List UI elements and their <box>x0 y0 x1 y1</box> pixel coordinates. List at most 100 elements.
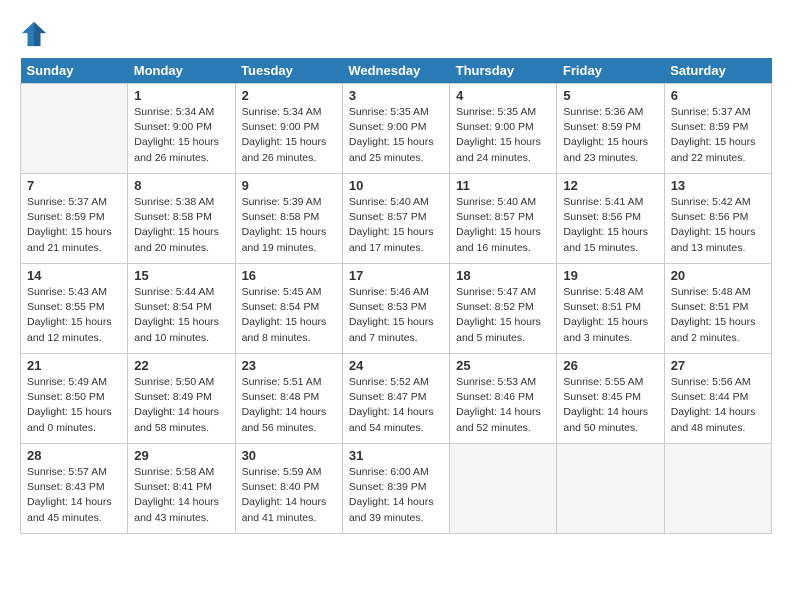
daylight: Daylight: 15 hours and 22 minutes. <box>671 136 756 163</box>
sunset: Sunset: 8:53 PM <box>349 301 427 313</box>
calendar-cell: 12 Sunrise: 5:41 AM Sunset: 8:56 PM Dayli… <box>557 174 664 264</box>
daylight: Daylight: 15 hours and 12 minutes. <box>27 316 112 343</box>
sunrise: Sunrise: 5:50 AM <box>134 376 214 388</box>
day-info: Sunrise: 5:59 AM Sunset: 8:40 PM Dayligh… <box>242 465 336 526</box>
calendar-cell: 13 Sunrise: 5:42 AM Sunset: 8:56 PM Dayli… <box>664 174 771 264</box>
sunrise: Sunrise: 5:43 AM <box>27 286 107 298</box>
day-info: Sunrise: 5:52 AM Sunset: 8:47 PM Dayligh… <box>349 375 443 436</box>
sunset: Sunset: 8:47 PM <box>349 391 427 403</box>
day-number: 24 <box>349 358 443 373</box>
day-number: 20 <box>671 268 765 283</box>
logo-icon <box>20 20 48 48</box>
day-number: 29 <box>134 448 228 463</box>
header-friday: Friday <box>557 58 664 84</box>
calendar-cell: 3 Sunrise: 5:35 AM Sunset: 9:00 PM Daylig… <box>342 84 449 174</box>
calendar-cell: 23 Sunrise: 5:51 AM Sunset: 8:48 PM Dayli… <box>235 354 342 444</box>
daylight: Daylight: 15 hours and 17 minutes. <box>349 226 434 253</box>
sunrise: Sunrise: 5:45 AM <box>242 286 322 298</box>
daylight: Daylight: 14 hours and 58 minutes. <box>134 406 219 433</box>
sunset: Sunset: 8:59 PM <box>671 121 749 133</box>
calendar-cell: 30 Sunrise: 5:59 AM Sunset: 8:40 PM Dayli… <box>235 444 342 534</box>
daylight: Daylight: 14 hours and 56 minutes. <box>242 406 327 433</box>
day-info: Sunrise: 5:44 AM Sunset: 8:54 PM Dayligh… <box>134 285 228 346</box>
daylight: Daylight: 15 hours and 10 minutes. <box>134 316 219 343</box>
day-number: 25 <box>456 358 550 373</box>
sunset: Sunset: 8:52 PM <box>456 301 534 313</box>
day-number: 15 <box>134 268 228 283</box>
daylight: Daylight: 15 hours and 21 minutes. <box>27 226 112 253</box>
day-info: Sunrise: 5:42 AM Sunset: 8:56 PM Dayligh… <box>671 195 765 256</box>
calendar-cell: 14Sunrise: 5:43 AM Sunset: 8:55 PM Dayli… <box>21 264 128 354</box>
calendar-week-3: 14Sunrise: 5:43 AM Sunset: 8:55 PM Dayli… <box>21 264 772 354</box>
header-thursday: Thursday <box>450 58 557 84</box>
daylight: Daylight: 14 hours and 43 minutes. <box>134 496 219 523</box>
day-number: 10 <box>349 178 443 193</box>
calendar-cell: 24 Sunrise: 5:52 AM Sunset: 8:47 PM Dayli… <box>342 354 449 444</box>
sunset: Sunset: 8:54 PM <box>134 301 212 313</box>
sunrise: Sunrise: 5:40 AM <box>456 196 536 208</box>
sunset: Sunset: 8:45 PM <box>563 391 641 403</box>
sunset: Sunset: 8:56 PM <box>563 211 641 223</box>
day-number: 16 <box>242 268 336 283</box>
calendar-cell: 28Sunrise: 5:57 AM Sunset: 8:43 PM Dayli… <box>21 444 128 534</box>
day-number: 21 <box>27 358 121 373</box>
day-info: Sunrise: 5:34 AM Sunset: 9:00 PM Dayligh… <box>134 105 228 166</box>
daylight: Daylight: 15 hours and 5 minutes. <box>456 316 541 343</box>
day-info: Sunrise: 5:47 AM Sunset: 8:52 PM Dayligh… <box>456 285 550 346</box>
day-number: 6 <box>671 88 765 103</box>
day-number: 23 <box>242 358 336 373</box>
sunrise: Sunrise: 5:38 AM <box>134 196 214 208</box>
calendar-cell: 27 Sunrise: 5:56 AM Sunset: 8:44 PM Dayli… <box>664 354 771 444</box>
daylight: Daylight: 15 hours and 24 minutes. <box>456 136 541 163</box>
day-info: Sunrise: 5:57 AM Sunset: 8:43 PM Dayligh… <box>27 465 121 526</box>
calendar-cell: 9Sunrise: 5:39 AM Sunset: 8:58 PM Daylig… <box>235 174 342 264</box>
daylight: Daylight: 15 hours and 25 minutes. <box>349 136 434 163</box>
daylight: Daylight: 14 hours and 50 minutes. <box>563 406 648 433</box>
page-header <box>20 20 772 48</box>
sunset: Sunset: 8:39 PM <box>349 481 427 493</box>
day-info: Sunrise: 5:51 AM Sunset: 8:48 PM Dayligh… <box>242 375 336 436</box>
calendar-cell <box>664 444 771 534</box>
day-number: 8 <box>134 178 228 193</box>
day-info: Sunrise: 5:41 AM Sunset: 8:56 PM Dayligh… <box>563 195 657 256</box>
day-info: Sunrise: 5:56 AM Sunset: 8:44 PM Dayligh… <box>671 375 765 436</box>
sunset: Sunset: 8:49 PM <box>134 391 212 403</box>
daylight: Daylight: 15 hours and 26 minutes. <box>134 136 219 163</box>
day-number: 5 <box>563 88 657 103</box>
day-number: 27 <box>671 358 765 373</box>
day-info: Sunrise: 5:37 AM Sunset: 8:59 PM Dayligh… <box>27 195 121 256</box>
daylight: Daylight: 15 hours and 3 minutes. <box>563 316 648 343</box>
calendar-cell: 7Sunrise: 5:37 AM Sunset: 8:59 PM Daylig… <box>21 174 128 264</box>
day-number: 22 <box>134 358 228 373</box>
daylight: Daylight: 14 hours and 48 minutes. <box>671 406 756 433</box>
sunrise: Sunrise: 5:48 AM <box>563 286 643 298</box>
calendar-cell <box>557 444 664 534</box>
day-number: 4 <box>456 88 550 103</box>
daylight: Daylight: 15 hours and 15 minutes. <box>563 226 648 253</box>
calendar-cell: 22 Sunrise: 5:50 AM Sunset: 8:49 PM Dayli… <box>128 354 235 444</box>
day-number: 13 <box>671 178 765 193</box>
calendar-cell: 15 Sunrise: 5:44 AM Sunset: 8:54 PM Dayli… <box>128 264 235 354</box>
day-number: 2 <box>242 88 336 103</box>
day-number: 9 <box>242 178 336 193</box>
sunset: Sunset: 8:59 PM <box>563 121 641 133</box>
day-number: 30 <box>242 448 336 463</box>
sunset: Sunset: 8:58 PM <box>134 211 212 223</box>
day-number: 12 <box>563 178 657 193</box>
day-info: Sunrise: 5:40 AM Sunset: 8:57 PM Dayligh… <box>349 195 443 256</box>
day-info: Sunrise: 5:35 AM Sunset: 9:00 PM Dayligh… <box>349 105 443 166</box>
calendar-cell: 17Sunrise: 5:46 AM Sunset: 8:53 PM Dayli… <box>342 264 449 354</box>
sunset: Sunset: 8:57 PM <box>349 211 427 223</box>
logo <box>20 20 52 48</box>
sunrise: Sunrise: 5:49 AM <box>27 376 107 388</box>
daylight: Daylight: 15 hours and 23 minutes. <box>563 136 648 163</box>
day-number: 18 <box>456 268 550 283</box>
calendar-cell: 19Sunrise: 5:48 AM Sunset: 8:51 PM Dayli… <box>557 264 664 354</box>
sunset: Sunset: 9:00 PM <box>134 121 212 133</box>
day-info: Sunrise: 5:48 AM Sunset: 8:51 PM Dayligh… <box>563 285 657 346</box>
sunset: Sunset: 8:54 PM <box>242 301 320 313</box>
day-number: 31 <box>349 448 443 463</box>
calendar-cell: 26Sunrise: 5:55 AM Sunset: 8:45 PM Dayli… <box>557 354 664 444</box>
day-number: 3 <box>349 88 443 103</box>
sunrise: Sunrise: 5:34 AM <box>242 106 322 118</box>
